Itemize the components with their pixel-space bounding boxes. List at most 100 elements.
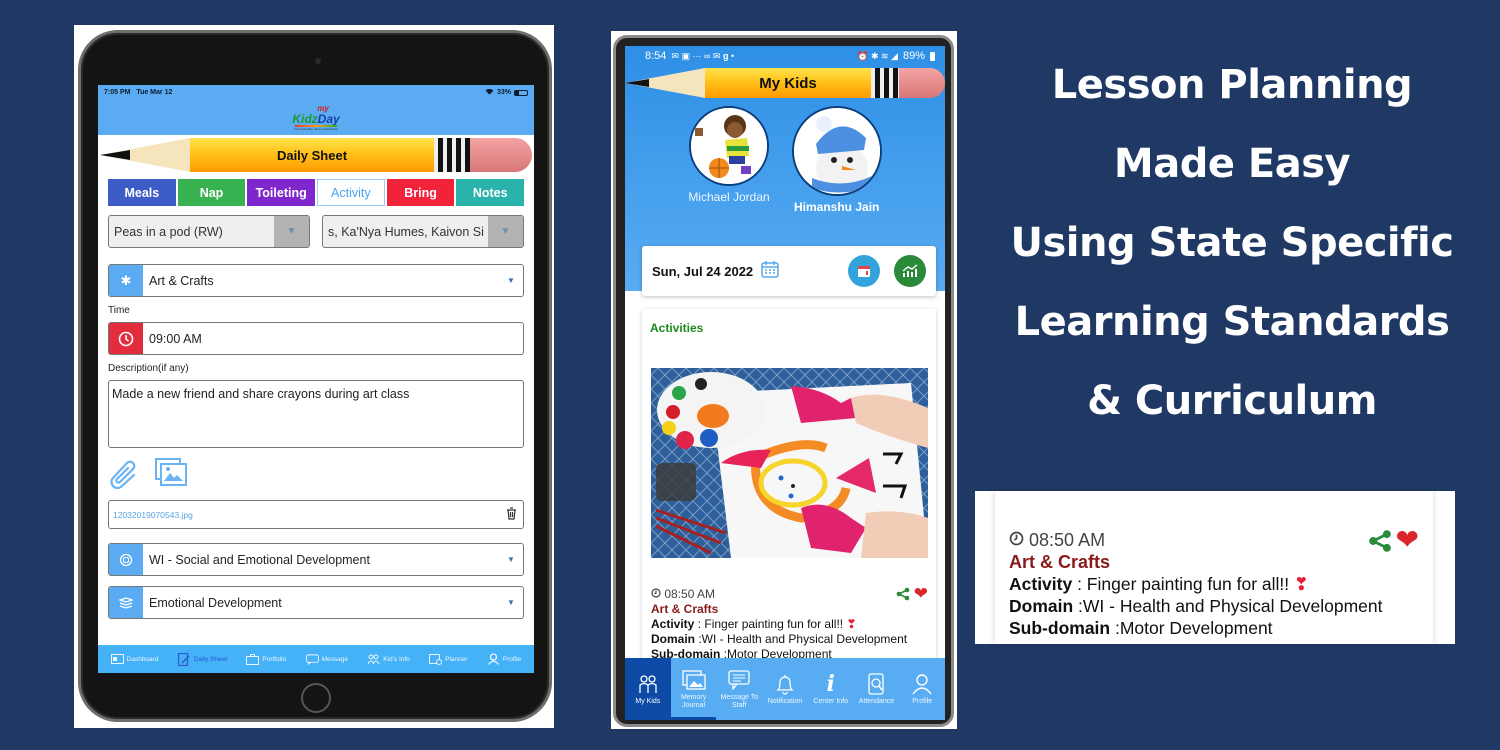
calendar-view-button[interactable] — [848, 255, 880, 287]
time-label: Time — [108, 305, 130, 316]
nav-label: Memory Journal — [680, 693, 707, 709]
growth-chart-button[interactable] — [894, 255, 926, 287]
chevron-down-icon: ▼ — [507, 276, 515, 285]
activity-card: Activities 08:50 AM ❤ Art & Crafts Activ… — [642, 309, 936, 669]
tab-bring[interactable]: Bring — [386, 179, 455, 206]
nav-portfolio[interactable]: Portfolio — [246, 653, 286, 665]
post-subdomain: Sub-domain :Motor Development — [1009, 617, 1419, 639]
logo-tagline: Your kid's Day, Just a Click Away! — [293, 126, 339, 131]
activity-label: Activity — [1009, 574, 1073, 594]
description-textarea[interactable]: Made a new friend and share crayons duri… — [108, 380, 524, 448]
post-activity: Activity : Finger painting fun for all!!… — [651, 617, 928, 632]
nav-center-info[interactable]: i Center Info — [808, 658, 854, 720]
headline-line: Made Easy — [1113, 141, 1351, 187]
mykidzday-logo: my KidzDay Your kid's Day, Just a Click … — [292, 104, 340, 131]
app-header: my KidzDay Your kid's Day, Just a Click … — [98, 100, 534, 135]
profile-icon — [487, 653, 500, 665]
nav-planner[interactable]: Planner — [429, 654, 468, 665]
nav-dashboard[interactable]: Dashboard — [110, 654, 158, 665]
like-heart-icon[interactable]: ❤ — [1396, 526, 1419, 557]
nav-profile[interactable]: Profile — [899, 658, 945, 720]
pencil-tip — [625, 68, 705, 98]
nav-profile[interactable]: Profile — [487, 653, 522, 665]
paperclip-icon[interactable] — [110, 455, 142, 494]
kid-name: Michael Jordan — [688, 190, 770, 204]
alarm-bt-wifi-signal-icons: ⏰ ✱ ≋ ◢ — [857, 50, 898, 61]
nav-attendance[interactable]: Attendance — [854, 658, 900, 720]
pencil-eraser — [470, 138, 532, 172]
domain-label: Domain — [651, 632, 696, 646]
nav-message[interactable]: Message — [305, 653, 348, 665]
zoomed-post-meta: 08:50 AM ❤ Art & Crafts Activity : Finge… — [1009, 526, 1419, 639]
attendance-icon — [864, 672, 888, 695]
post-time-value: 08:50 AM — [664, 587, 716, 601]
nav-notification[interactable]: Notification — [762, 658, 808, 720]
headline-line: Using State Specific — [1010, 220, 1454, 266]
status-time: 7:05 PM — [104, 89, 131, 96]
domain-value: :WI - Health and Physical Development — [695, 632, 908, 646]
activity-type-value: Art & Crafts — [149, 273, 214, 288]
nav-daily-sheet[interactable]: Daily Sheet — [178, 652, 227, 666]
subdomain-select[interactable]: Emotional Development ▼ — [108, 586, 524, 619]
activity-photo[interactable] — [651, 368, 928, 558]
subdomain-value: Emotional Development — [149, 595, 282, 610]
date-bar: Sun, Jul 24 2022 — [642, 246, 936, 296]
like-heart-icon[interactable]: ❤ — [914, 585, 928, 604]
clock-icon — [109, 323, 143, 354]
nav-label: Message — [321, 655, 348, 663]
calendar-icon[interactable] — [761, 260, 779, 283]
nav-label: Planner — [445, 655, 468, 663]
battery-icon — [930, 51, 935, 61]
chevron-down-icon: ▼ — [274, 216, 309, 247]
trash-icon[interactable] — [506, 506, 517, 523]
classroom-select[interactable]: Peas in a pod (RW) ▼ — [108, 215, 310, 248]
headline-line: Lesson Planning — [1051, 62, 1413, 108]
tablet-device: 7:05 PM Tue Mar 12 33% my KidzDay Your k… — [78, 30, 552, 722]
subdomain-label: Sub-domain — [1009, 618, 1111, 638]
activity-value: : Finger painting fun for all!! — [694, 617, 847, 631]
kid-himanshu-jain[interactable]: Himanshu Jain — [791, 106, 882, 214]
bell-icon — [773, 673, 797, 695]
logo-day: Day — [317, 111, 340, 126]
selected-date[interactable]: Sun, Jul 24 2022 — [652, 264, 753, 279]
attachment-filename[interactable]: 12032019070543.jpg — [113, 510, 506, 520]
nav-label: Profile — [502, 655, 522, 663]
post-time: 08:50 AM — [651, 587, 928, 602]
tab-toileting[interactable]: Toileting — [247, 179, 316, 206]
battery-percent: 89% — [902, 50, 925, 62]
post-category: Art & Crafts — [651, 602, 719, 616]
tab-activity[interactable]: Activity — [317, 179, 385, 206]
tab-meals[interactable]: Meals — [108, 179, 176, 206]
children-select[interactable]: s, Ka'Nya Humes, Kaivon Si ▼ — [322, 215, 524, 248]
activity-type-select[interactable]: ✱ Art & Crafts ▼ — [108, 264, 524, 297]
classroom-select-value: Peas in a pod (RW) — [114, 224, 223, 239]
share-icon[interactable] — [896, 587, 910, 604]
banner-title: My Kids — [705, 68, 871, 98]
activity-label: Activity — [651, 617, 695, 631]
kid-michael-jordan[interactable]: Michael Jordan — [688, 106, 770, 214]
nav-message-to-staff[interactable]: Message To Staff — [716, 658, 762, 720]
tab-nap[interactable]: Nap — [177, 179, 246, 206]
post-time: 08:50 AM — [1009, 529, 1419, 551]
daily-sheet-icon — [178, 652, 191, 666]
nav-memory-journal[interactable]: Memory Journal — [670, 658, 717, 720]
domain-value: :WI - Health and Physical Development — [1073, 596, 1383, 616]
tab-notes[interactable]: Notes — [456, 179, 525, 206]
tablet-home-button[interactable] — [301, 683, 331, 713]
gallery-icon[interactable] — [154, 457, 188, 492]
time-value: 09:00 AM — [149, 331, 202, 346]
pencil-ferrule — [434, 138, 470, 172]
time-field[interactable]: 09:00 AM — [108, 322, 524, 355]
tablet-screen: 7:05 PM Tue Mar 12 33% my KidzDay Your k… — [98, 85, 534, 673]
nav-label: Attendance — [858, 697, 895, 705]
post-category: Art & Crafts — [1009, 552, 1111, 572]
kids-selector: Michael Jordan Himanshu Jain — [625, 106, 945, 214]
nav-kids-info[interactable]: Kid's Info — [367, 654, 410, 665]
my-kids-icon — [636, 673, 660, 695]
domain-select[interactable]: WI - Social and Emotional Development ▼ — [108, 543, 524, 576]
nav-my-kids[interactable]: My Kids — [625, 658, 671, 720]
heart-exclamation-icon: ❣ — [1294, 574, 1309, 594]
tablet-status-bar: 7:05 PM Tue Mar 12 33% — [98, 85, 534, 100]
message-icon — [305, 653, 319, 665]
share-icon[interactable] — [1368, 529, 1392, 557]
